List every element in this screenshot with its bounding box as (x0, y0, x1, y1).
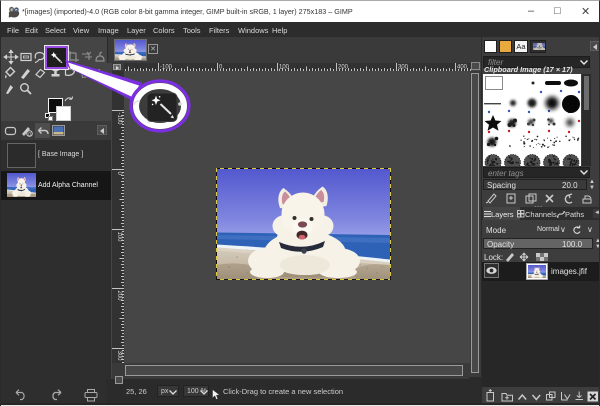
svg-text:-100: -100 (116, 113, 122, 126)
svg-text:200: 200 (116, 291, 122, 302)
svg-text:A: A (95, 68, 103, 80)
svg-text:0: 0 (28, 132, 31, 138)
svg-text:0: 0 (116, 172, 122, 176)
